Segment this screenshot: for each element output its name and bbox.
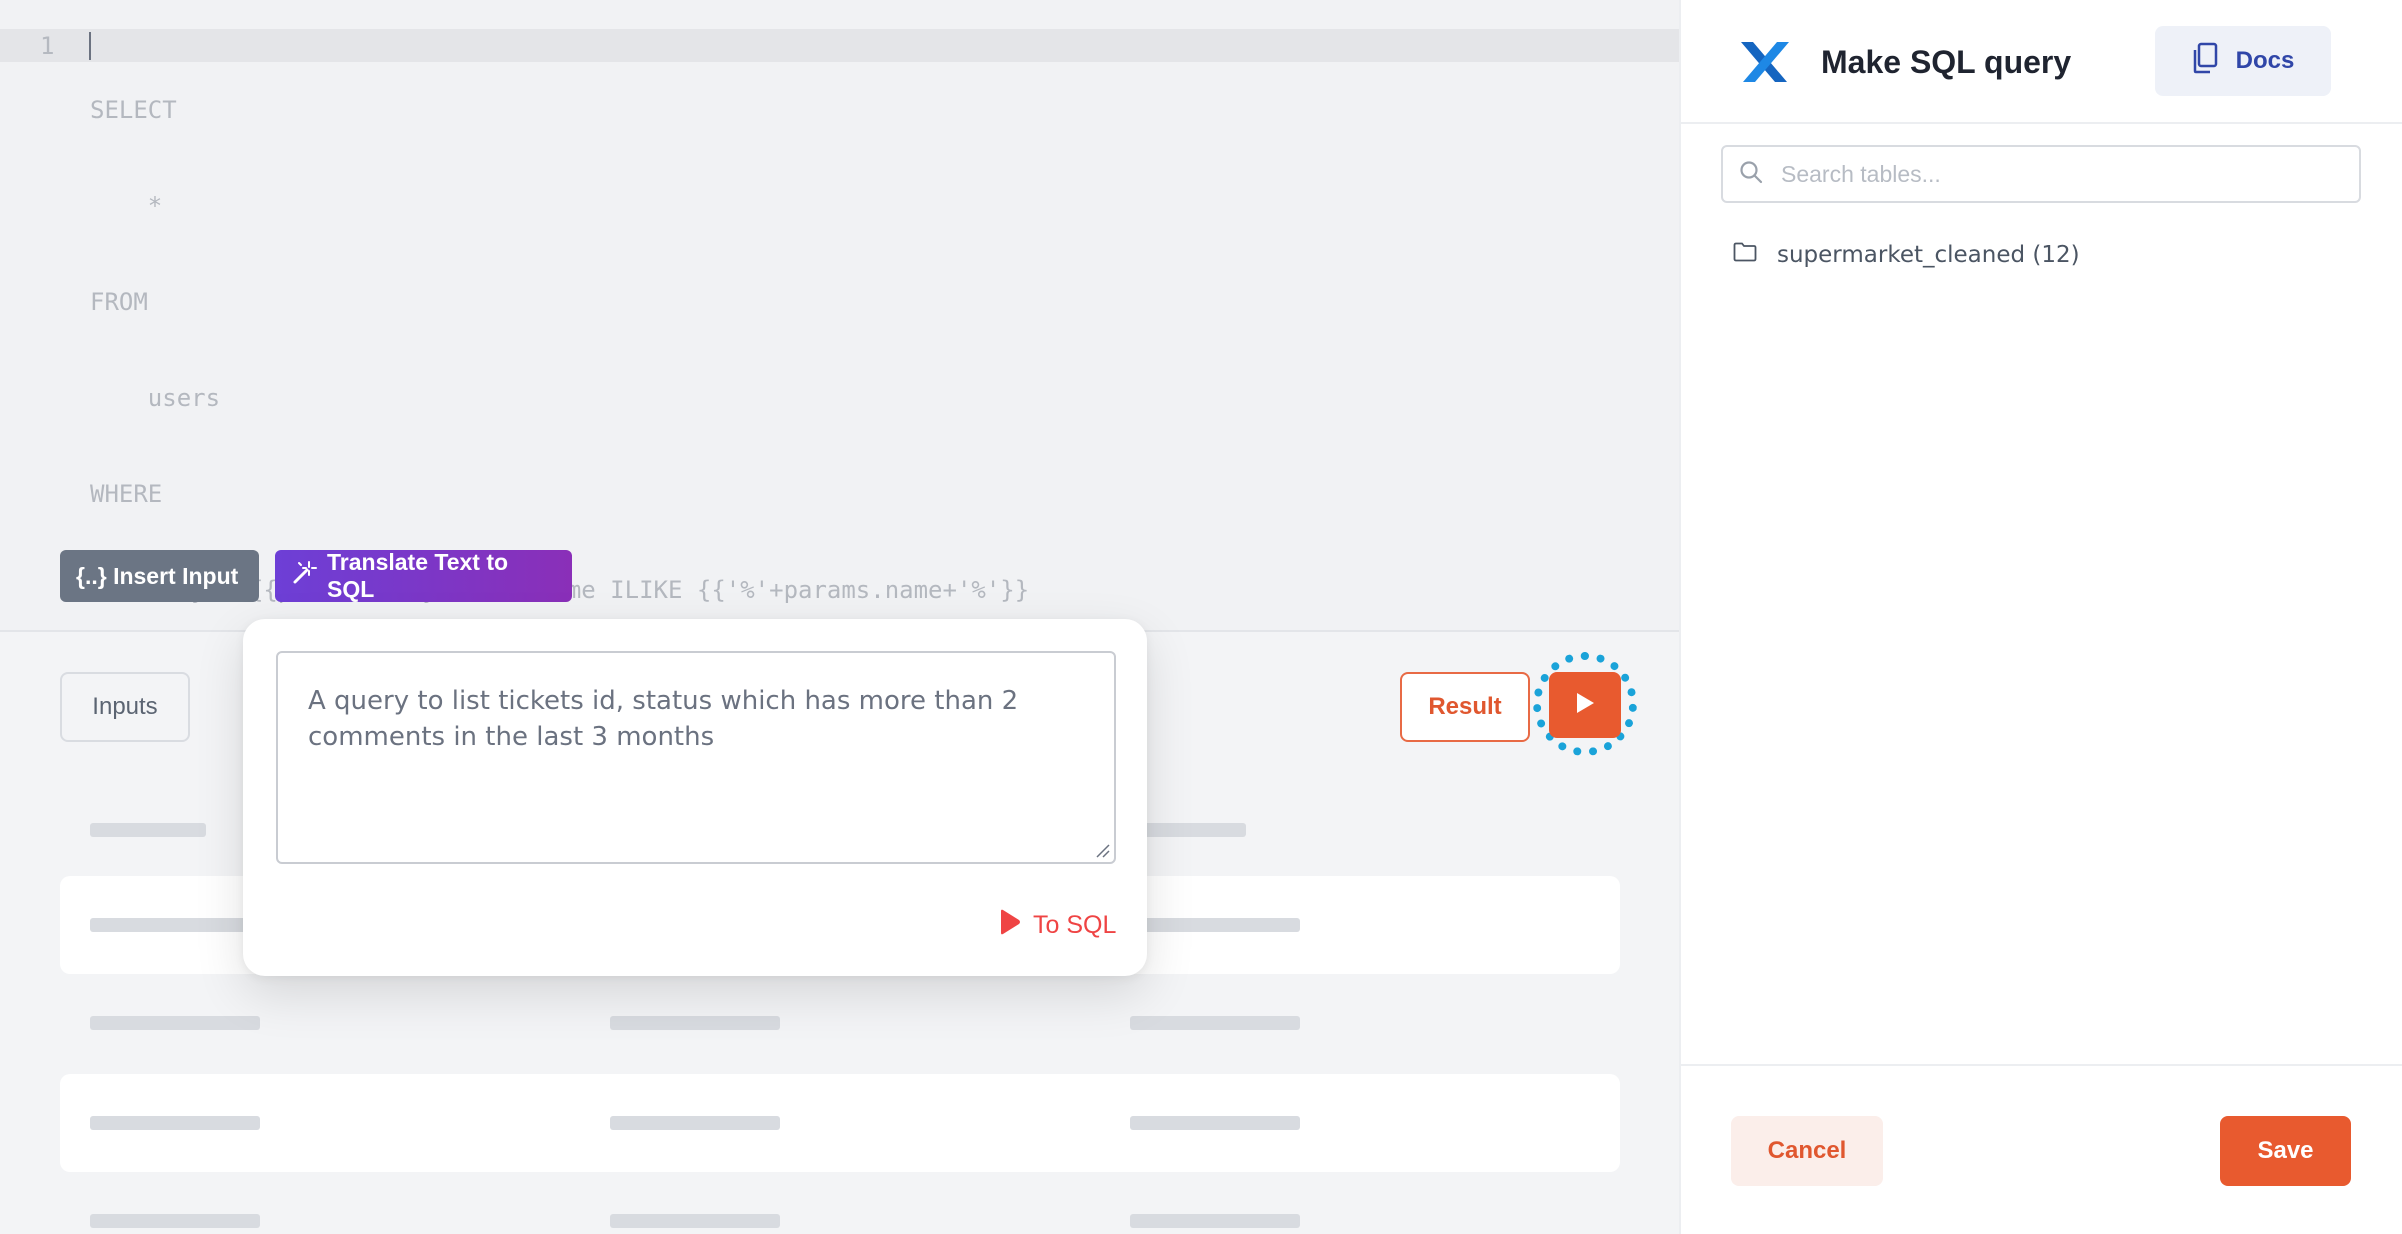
docs-button[interactable]: Docs [2155,26,2331,96]
skeleton-bar [610,1016,780,1030]
search-icon [1739,160,1763,188]
skeleton-bar [1130,1214,1300,1228]
search-input[interactable] [1781,160,2341,188]
code-line: users [90,384,221,412]
result-button[interactable]: Result [1400,672,1530,742]
main-area: 1 SELECT * FROM users WHERE city = {{par… [0,0,1679,1234]
text-to-sql-popover: A query to list tickets id, status which… [243,619,1147,976]
x-logo-icon [1739,40,1791,84]
sql-editor[interactable]: 1 SELECT * FROM users WHERE city = {{par… [0,0,1679,630]
translate-text-to-sql-button[interactable]: Translate Text to SQL [275,549,572,602]
copy-icon [2192,42,2218,81]
play-icon [999,909,1021,942]
text-cursor [89,32,91,60]
panel-footer: Cancel Save [1681,1064,2402,1234]
insert-input-button[interactable]: {..} Insert Input [60,550,259,602]
insert-input-label: {..} Insert Input [76,562,239,589]
skeleton-bar [90,918,260,932]
panel-header: Make SQL query Docs [1681,0,2402,124]
table-search[interactable] [1721,145,2361,203]
code-line: * [90,192,163,220]
skeleton-bar [90,1116,260,1130]
translate-label: Translate Text to SQL [327,549,509,602]
folder-icon [1733,242,1757,268]
query-side-panel: Make SQL query Docs supermarket_ [1679,0,2402,1234]
play-icon [1574,691,1596,719]
skeleton-bar [90,1016,260,1030]
skeleton-bar [90,823,206,837]
tree-item-label: supermarket_cleaned (12) [1777,242,2080,268]
skeleton-row [60,1074,1620,1172]
code-line: SELECT [90,96,177,124]
skeleton-bar [1130,918,1300,932]
docs-label: Docs [2235,47,2295,74]
prompt-textarea[interactable]: A query to list tickets id, status which… [276,651,1116,864]
cancel-button[interactable]: Cancel [1731,1116,1883,1186]
skeleton-bar [610,1214,780,1228]
line-number: 1 [40,32,55,60]
skeleton-bar [1130,1116,1300,1130]
inputs-tab[interactable]: Inputs [60,672,190,742]
run-query-button[interactable] [1549,672,1621,738]
skeleton-bar [1130,823,1246,837]
code-line: WHERE [90,480,163,508]
to-sql-label: To SQL [1033,911,1117,939]
skeleton-bar [610,1116,780,1130]
resize-grip-icon[interactable] [1094,842,1110,858]
skeleton-bar [90,1214,260,1228]
to-sql-button[interactable]: To SQL [999,909,1116,942]
magic-wand-icon [291,560,317,592]
code-line: FROM [90,288,148,316]
save-button[interactable]: Save [2220,1116,2351,1186]
panel-title: Make SQL query [1821,44,2072,80]
skeleton-bar [1130,1016,1300,1030]
prompt-text: A query to list tickets id, status which… [308,686,1019,752]
table-tree-item[interactable]: supermarket_cleaned (12) [1733,242,2080,268]
